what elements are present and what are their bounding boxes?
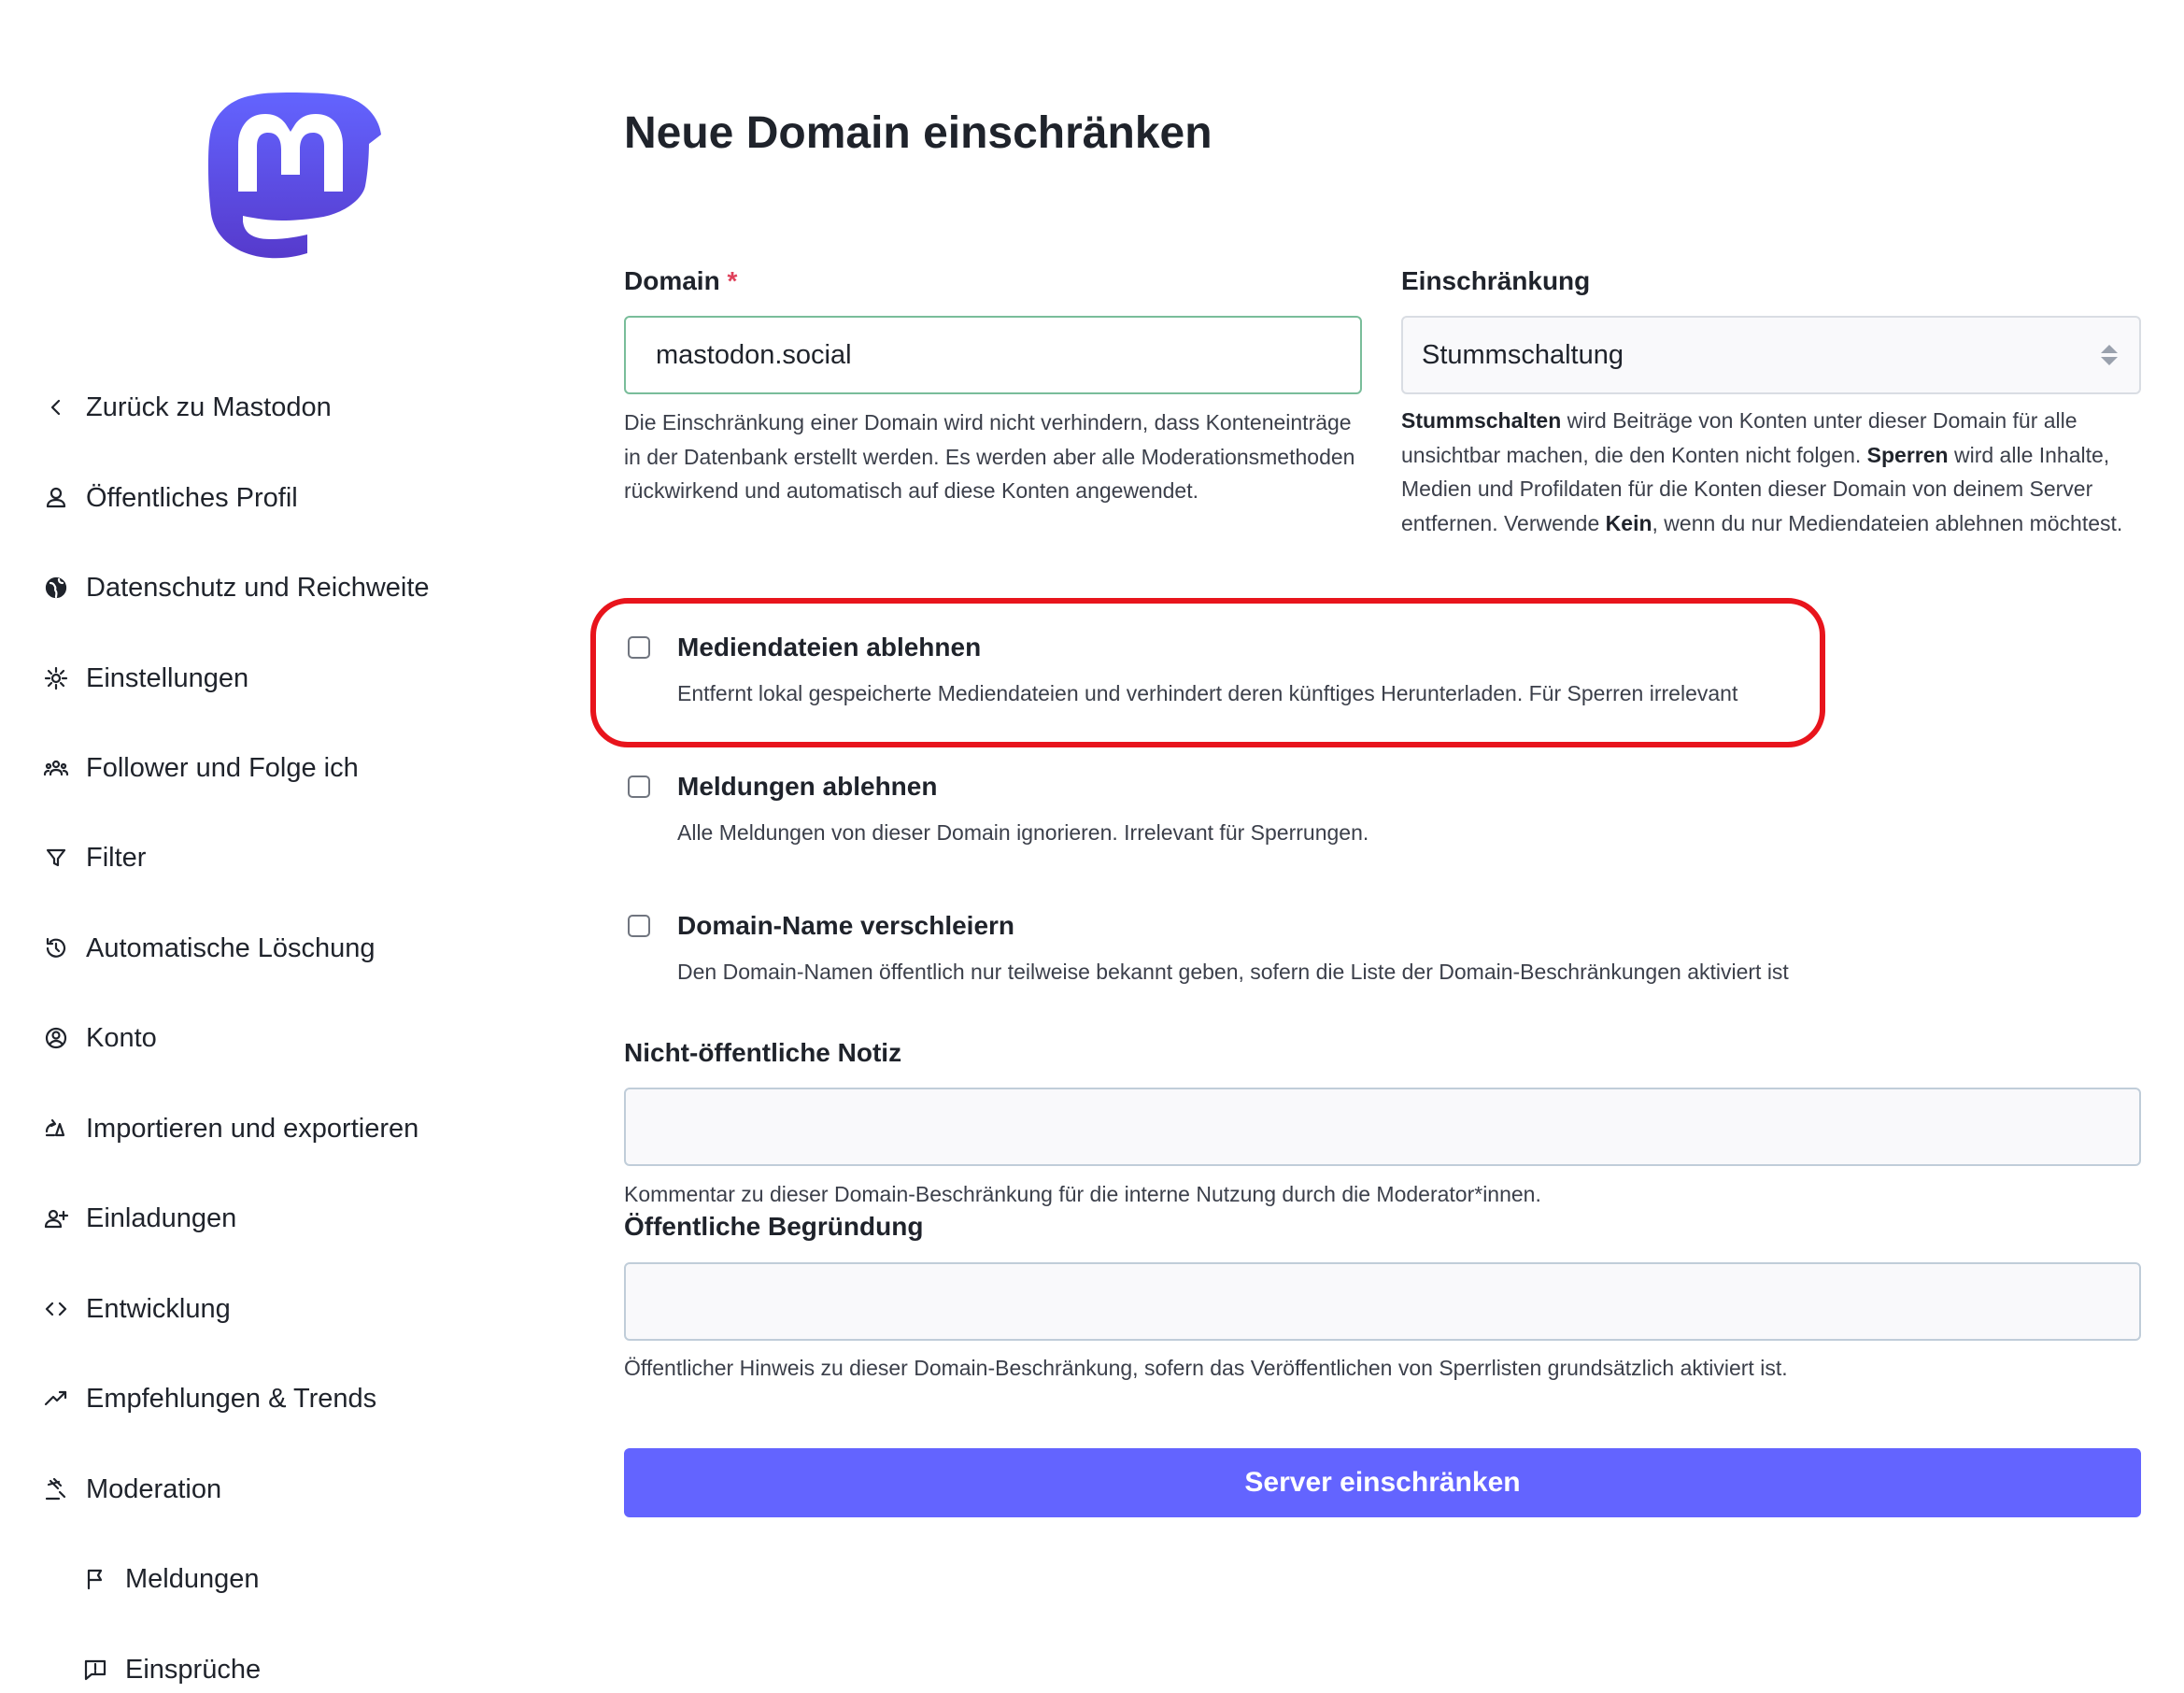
- reject-reports-desc: Alle Meldungen von dieser Domain ignorie…: [677, 820, 1369, 845]
- sidebar-item-label: Follower und Folge ich: [86, 752, 359, 783]
- private-comment-label: Nicht-öffentliche Notiz: [624, 1038, 902, 1067]
- select-arrows-icon: [2101, 345, 2118, 365]
- domain-label: Domain *: [624, 266, 737, 296]
- domain-input-value: mastodon.social: [656, 339, 852, 370]
- trending-icon: [37, 1380, 75, 1417]
- feedback-icon: [77, 1651, 114, 1688]
- sidebar-item-appeals[interactable]: Einsprüche: [77, 1642, 261, 1693]
- sidebar-item-public-profile[interactable]: Öffentliches Profil: [37, 470, 298, 526]
- mastodon-logo[interactable]: [198, 72, 385, 268]
- code-icon: [37, 1290, 75, 1328]
- sidebar-item-invites[interactable]: Einladungen: [37, 1190, 236, 1246]
- severity-select-value: Stummschaltung: [1422, 339, 1624, 370]
- filter-icon: [37, 839, 75, 876]
- people-icon: [37, 749, 75, 787]
- obfuscate-checkbox[interactable]: [628, 915, 650, 937]
- import-export-icon: [37, 1110, 75, 1147]
- person-add-icon: [37, 1200, 75, 1237]
- severity-select[interactable]: Stummschaltung: [1401, 316, 2141, 394]
- sidebar-item-label: Entwicklung: [86, 1293, 231, 1324]
- domain-input[interactable]: mastodon.social: [624, 316, 1362, 394]
- required-mark: *: [727, 266, 738, 295]
- sidebar-item-privacy[interactable]: Datenschutz und Reichweite: [37, 560, 430, 616]
- hint-silence-term: Stummschalten: [1401, 408, 1562, 433]
- highlight-annotation: [590, 598, 1825, 747]
- sidebar-item-label: Importieren und exportieren: [86, 1113, 419, 1144]
- sidebar: Zurück zu Mastodon Öffentliches Profil D…: [0, 0, 560, 1693]
- domain-label-text: Domain: [624, 266, 720, 295]
- domain-hint: Die Einschränkung einer Domain wird nich…: [624, 410, 1355, 503]
- sidebar-item-account[interactable]: Konto: [37, 1010, 157, 1066]
- private-comment-input[interactable]: [624, 1088, 2141, 1166]
- sidebar-item-auto-delete[interactable]: Automatische Löschung: [37, 920, 376, 976]
- chevron-left-icon: [37, 389, 75, 426]
- reject-reports-title: Meldungen ablehnen: [677, 772, 938, 801]
- account-circle-icon: [37, 1019, 75, 1057]
- history-icon: [37, 930, 75, 967]
- sidebar-item-relationships[interactable]: Follower und Folge ich: [37, 740, 359, 796]
- sidebar-item-label: Empfehlungen & Trends: [86, 1383, 377, 1414]
- reject-reports-checkbox[interactable]: [628, 775, 650, 798]
- public-comment-hint: Öffentlicher Hinweis zu dieser Domain-Be…: [624, 1356, 1788, 1380]
- page: Zurück zu Mastodon Öffentliches Profil D…: [0, 0, 2184, 1693]
- sidebar-item-label: Konto: [86, 1022, 157, 1053]
- sidebar-item-moderation[interactable]: Moderation: [37, 1461, 221, 1517]
- mastodon-logo-icon: [208, 92, 381, 259]
- globe-icon: [37, 569, 75, 606]
- submit-button[interactable]: Server einschränken: [624, 1448, 2141, 1517]
- sidebar-item-label: Automatische Löschung: [86, 932, 376, 963]
- sidebar-item-label: Datenschutz und Reichweite: [86, 572, 430, 603]
- obfuscate-desc: Den Domain-Namen öffentlich nur teilweis…: [677, 960, 1789, 984]
- severity-hint: Stummschalten wird Beiträge von Konten u…: [1401, 404, 2149, 540]
- public-comment-input[interactable]: [624, 1262, 2141, 1341]
- sidebar-item-trends[interactable]: Empfehlungen & Trends: [37, 1371, 376, 1427]
- sidebar-item-label: Zurück zu Mastodon: [86, 391, 332, 422]
- sidebar-item-label: Einstellungen: [86, 662, 249, 693]
- sidebar-item-label: Einladungen: [86, 1202, 237, 1233]
- person-icon: [37, 479, 75, 517]
- sidebar-item-import-export[interactable]: Importieren und exportieren: [37, 1101, 418, 1157]
- hint-none-term: Kein: [1605, 510, 1652, 535]
- obfuscate-title: Domain-Name verschleiern: [677, 911, 1015, 940]
- public-comment-label: Öffentliche Begründung: [624, 1212, 924, 1241]
- sidebar-item-preferences[interactable]: Einstellungen: [37, 650, 248, 706]
- gavel-icon: [37, 1471, 75, 1508]
- flag-icon: [77, 1560, 114, 1598]
- private-comment-hint: Kommentar zu dieser Domain-Beschränkung …: [624, 1182, 1541, 1206]
- sidebar-item-label: Öffentliches Profil: [86, 482, 298, 513]
- gear-icon: [37, 660, 75, 697]
- severity-label: Einschränkung: [1401, 266, 1591, 295]
- sidebar-item-development[interactable]: Entwicklung: [37, 1281, 231, 1337]
- sidebar-item-label: Moderation: [86, 1473, 222, 1504]
- page-title: Neue Domain einschränken: [624, 108, 1213, 158]
- sidebar-item-filters[interactable]: Filter: [37, 830, 146, 886]
- sidebar-item-label: Filter: [86, 842, 147, 873]
- hint-suspend-term: Sperren: [1866, 442, 1949, 467]
- sidebar-item-label: Einsprüche: [125, 1654, 262, 1685]
- sidebar-item-label: Meldungen: [125, 1563, 260, 1594]
- hint-text-3: , wenn du nur Mediendateien ablehnen möc…: [1652, 510, 2123, 535]
- sidebar-item-reports[interactable]: Meldungen: [77, 1551, 260, 1607]
- sidebar-item-back[interactable]: Zurück zu Mastodon: [37, 379, 332, 435]
